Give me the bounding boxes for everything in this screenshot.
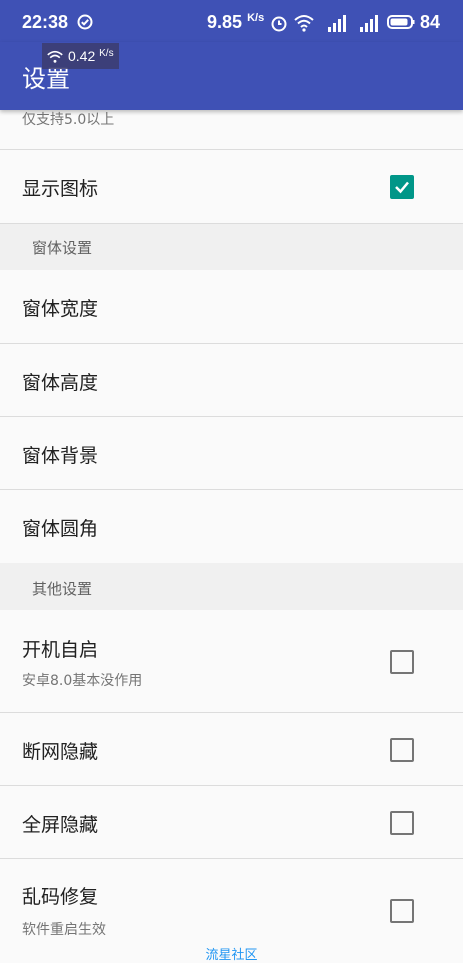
section-title: 窗体设置 xyxy=(32,239,93,257)
settings-row-window-height[interactable]: 窗体高度 xyxy=(0,344,463,417)
settings-row-autostart[interactable]: 开机自启 安卓8.0基本没作用 xyxy=(0,610,463,713)
settings-row-show-icon[interactable]: 显示图标 xyxy=(0,150,463,224)
wifi-icon xyxy=(294,15,314,32)
footer-watermark: 流星社区 xyxy=(205,948,258,963)
settings-row-partial[interactable]: 仅支持5.0以上 xyxy=(0,110,463,150)
row-title: 窗体背景 xyxy=(22,445,99,467)
row-title: 窗体圆角 xyxy=(22,518,99,540)
hide-fullscreen-checkbox[interactable] xyxy=(390,811,414,835)
row-subtitle: 仅支持5.0以上 xyxy=(22,112,115,128)
settings-row-window-width[interactable]: 窗体宽度 xyxy=(0,270,463,344)
floating-speed-value: 0.42 K/s xyxy=(68,48,114,64)
hide-offline-checkbox[interactable] xyxy=(390,738,414,762)
battery-icon xyxy=(387,15,415,29)
row-title: 开机自启 xyxy=(22,639,99,661)
settings-row-hide-offline[interactable]: 断网隐藏 xyxy=(0,713,463,786)
floating-speed-window[interactable]: 0.42 K/s xyxy=(42,43,119,69)
autostart-checkbox[interactable] xyxy=(390,650,414,674)
section-header-window: 窗体设置 xyxy=(0,224,463,270)
fix-garbled-checkbox[interactable] xyxy=(390,899,414,923)
wifi-icon xyxy=(47,50,63,63)
signal-4g-icon xyxy=(328,15,346,32)
settings-row-window-background[interactable]: 窗体背景 xyxy=(0,417,463,490)
settings-row-hide-fullscreen[interactable]: 全屏隐藏 xyxy=(0,786,463,859)
row-title: 窗体宽度 xyxy=(22,298,99,320)
row-title: 断网隐藏 xyxy=(22,741,99,763)
status-time: 22:38 xyxy=(22,12,69,32)
battery-level: 84 xyxy=(420,12,441,32)
section-title: 其他设置 xyxy=(32,580,93,598)
settings-list[interactable]: 仅支持5.0以上 显示图标 窗体设置 窗体宽度 窗体高度 窗体背景 窗体圆角 其… xyxy=(0,110,463,960)
alarm-icon xyxy=(271,16,287,32)
status-bar: 22:38 9.85 K/s 84 xyxy=(0,0,463,42)
show-icon-checkbox[interactable] xyxy=(390,175,414,199)
row-title: 全屏隐藏 xyxy=(22,814,99,836)
row-subtitle: 软件重启生效 xyxy=(22,922,106,938)
checkmark-icon xyxy=(395,181,409,194)
settings-row-window-corner[interactable]: 窗体圆角 xyxy=(0,490,463,563)
status-icons xyxy=(270,14,378,32)
signal-4g-icon-2 xyxy=(360,15,378,32)
check-circle-icon xyxy=(77,14,93,30)
network-speed: 9.85 K/s xyxy=(207,12,265,32)
row-title: 显示图标 xyxy=(22,178,99,200)
row-title: 窗体高度 xyxy=(22,372,99,394)
row-subtitle: 安卓8.0基本没作用 xyxy=(22,673,143,689)
row-title: 乱码修复 xyxy=(22,886,99,908)
section-header-other: 其他设置 xyxy=(0,563,463,610)
